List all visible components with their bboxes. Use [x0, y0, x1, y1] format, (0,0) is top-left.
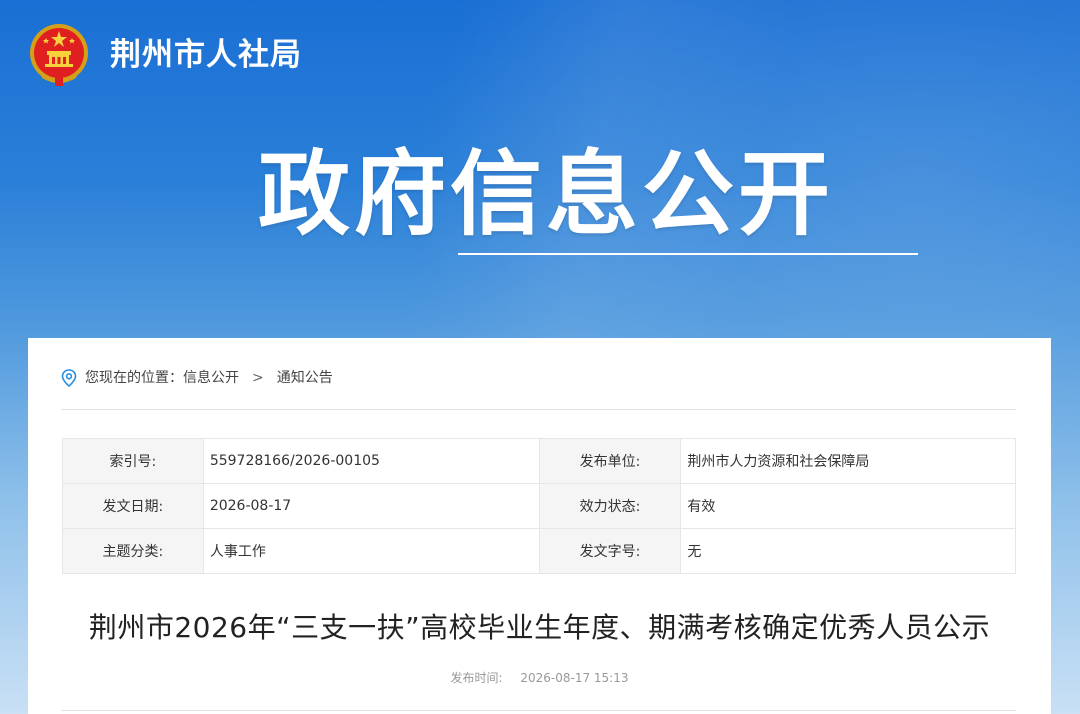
location-pin-icon	[61, 369, 77, 387]
metadata-table: 索引号: 559728166/2026-00105 发布单位: 荆州市人力资源和…	[62, 438, 1016, 574]
article-title: 荆州市2026年“三支一扶”高校毕业生年度、期满考核确定优秀人员公示	[88, 611, 991, 644]
publish-time-label: 发布时间:	[450, 671, 503, 685]
publisher-value: 荆州市人力资源和社会保障局	[680, 438, 1016, 484]
publish-time: 发布时间: 2026-08-17 15:13	[28, 668, 1051, 688]
index-number-label: 索引号:	[62, 438, 204, 484]
validity-label: 效力状态:	[538, 483, 682, 529]
publisher-label: 发布单位:	[538, 438, 682, 484]
article-divider	[61, 710, 1016, 711]
topic-value: 人事工作	[202, 528, 540, 574]
breadcrumb-item-notices[interactable]: 通知公告	[277, 366, 333, 390]
breadcrumb-item-info-disclosure[interactable]: 信息公开	[183, 366, 239, 390]
issue-date-label: 发文日期:	[62, 483, 204, 529]
site-name[interactable]: 荆州市人社局	[110, 34, 302, 76]
hero-underline	[458, 253, 918, 255]
publish-time-value: 2026-08-17 15:13	[520, 671, 629, 685]
index-number-value: 559728166/2026-00105	[202, 438, 540, 484]
document-number-value: 无	[680, 528, 1016, 574]
national-emblem-icon	[30, 24, 88, 86]
issue-date-value: 2026-08-17	[202, 483, 540, 529]
breadcrumb-divider	[61, 409, 1016, 410]
breadcrumb-separator: >	[252, 370, 264, 386]
topic-label: 主题分类:	[62, 528, 204, 574]
document-number-label: 发文字号:	[538, 528, 682, 574]
content-panel: 您现在的位置： 信息公开 > 通知公告 索引号: 559728166/2026-…	[28, 338, 1051, 714]
table-row: 发文日期: 2026-08-17 效力状态: 有效	[62, 483, 1016, 529]
table-row: 主题分类: 人事工作 发文字号: 无	[62, 528, 1016, 574]
breadcrumb: 您现在的位置： 信息公开 > 通知公告	[61, 366, 333, 390]
hero-title: 政府信息公开	[258, 141, 835, 248]
validity-value: 有效	[680, 483, 1016, 529]
table-row: 索引号: 559728166/2026-00105 发布单位: 荆州市人力资源和…	[62, 438, 1016, 484]
breadcrumb-prefix: 您现在的位置：	[85, 370, 183, 386]
